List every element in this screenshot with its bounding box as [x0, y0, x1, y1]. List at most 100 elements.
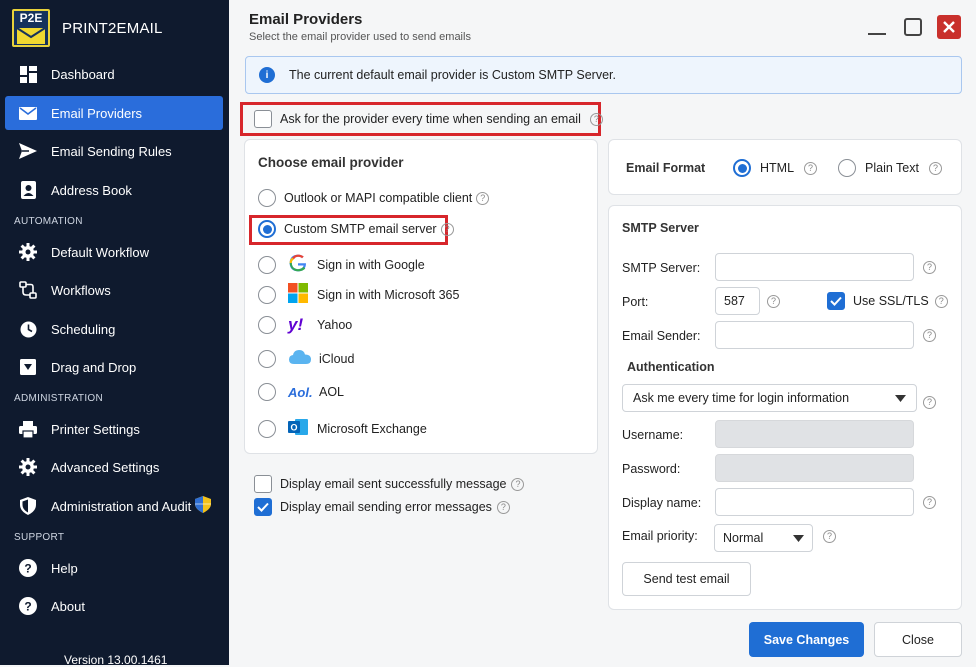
display-success-checkbox[interactable]	[254, 475, 272, 493]
provider-option-exchange[interactable]: O Microsoft Exchange	[258, 417, 427, 440]
sidebar-item-administration-and-audit[interactable]: Administration and Audit	[5, 489, 223, 523]
close-window-button[interactable]	[937, 15, 961, 39]
radio-google[interactable]	[258, 255, 276, 274]
radio-yahoo[interactable]	[258, 316, 276, 334]
help-icon[interactable]: ?	[823, 530, 836, 543]
smtp-card: SMTP Server SMTP Server: ? Port: 587 ? U…	[608, 205, 962, 610]
help-icon[interactable]: ?	[923, 496, 936, 509]
sidebar-item-advanced-settings[interactable]: Advanced Settings	[5, 450, 223, 484]
password-input[interactable]	[715, 454, 914, 482]
radio-custom-smtp[interactable]	[258, 220, 276, 238]
sidebar-item-email-providers[interactable]: Email Providers	[5, 96, 223, 130]
shield-icon	[19, 497, 37, 515]
help-icon[interactable]: ?	[804, 161, 818, 175]
provider-option-custom-smtp[interactable]: Custom SMTP email server ?	[258, 220, 454, 238]
sidebar-item-dashboard[interactable]: Dashboard	[5, 57, 223, 91]
format-html-label: HTML	[760, 161, 795, 175]
display-error-row: Display email sending error messages ?	[254, 498, 510, 516]
format-plain-label: Plain Text	[865, 161, 919, 175]
contact-icon	[19, 181, 37, 199]
drag-drop-icon	[19, 358, 37, 376]
format-plain-option[interactable]: Plain Text ?	[838, 159, 942, 177]
sidebar: P2E PRINT2EMAIL Dashboard Email Provider…	[0, 0, 229, 667]
ask-provider-checkbox[interactable]	[254, 110, 272, 128]
envelope-icon	[17, 28, 45, 44]
email-priority-label: Email priority:	[622, 529, 698, 543]
help-icon: ?	[19, 559, 37, 577]
port-label: Port:	[622, 295, 649, 309]
sidebar-item-label: Scheduling	[51, 321, 116, 337]
help-icon[interactable]: ?	[767, 295, 780, 308]
display-name-input[interactable]	[715, 488, 914, 516]
help-icon[interactable]: ?	[440, 222, 454, 236]
save-changes-button[interactable]: Save Changes	[749, 622, 864, 657]
ssl-checkbox[interactable]	[827, 292, 845, 310]
provider-label: Outlook or MAPI compatible client	[284, 191, 473, 205]
email-sender-label: Email Sender:	[622, 329, 701, 343]
username-input[interactable]	[715, 420, 914, 448]
app-name: PRINT2EMAIL	[62, 20, 163, 37]
help-icon[interactable]: ?	[476, 191, 490, 205]
auth-mode-select[interactable]: Ask me every time for login information	[622, 384, 917, 412]
minimize-button[interactable]	[866, 16, 888, 38]
info-icon: i	[259, 67, 275, 83]
provider-label: Microsoft Exchange	[317, 421, 427, 436]
display-error-label: Display email sending error messages	[280, 500, 492, 514]
email-sender-input[interactable]	[715, 321, 914, 349]
help-icon[interactable]: ?	[496, 500, 510, 514]
sidebar-item-about[interactable]: ? About	[5, 589, 223, 623]
radio-aol[interactable]	[258, 383, 276, 401]
provider-option-yahoo[interactable]: y! Yahoo	[258, 315, 352, 335]
help-icon[interactable]: ?	[934, 294, 948, 308]
send-test-email-button[interactable]: Send test email	[622, 562, 751, 596]
radio-outlook[interactable]	[258, 189, 276, 207]
radio-microsoft[interactable]	[258, 285, 276, 304]
radio-plain-text[interactable]	[838, 159, 856, 177]
sidebar-item-help[interactable]: ? Help	[5, 551, 223, 585]
help-icon[interactable]: ?	[923, 261, 936, 274]
gear-icon	[19, 458, 37, 476]
microsoft-icon	[288, 283, 308, 306]
close-button[interactable]: Close	[874, 622, 962, 657]
priority-value: Normal	[723, 531, 764, 545]
port-input[interactable]: 587	[715, 287, 760, 315]
help-icon[interactable]: ?	[923, 396, 936, 409]
smtp-server-input[interactable]	[715, 253, 914, 281]
ask-provider-label: Ask for the provider every time when sen…	[280, 112, 581, 126]
sidebar-item-email-sending-rules[interactable]: Email Sending Rules	[5, 134, 223, 168]
sidebar-item-default-workflow[interactable]: Default Workflow	[5, 235, 223, 269]
provider-option-google[interactable]: Sign in with Google	[258, 253, 425, 276]
yahoo-icon: y!	[288, 315, 304, 334]
radio-exchange[interactable]	[258, 419, 276, 438]
display-error-checkbox[interactable]	[254, 498, 272, 516]
printer-icon	[19, 420, 37, 438]
smtp-server-label: SMTP Server:	[622, 261, 701, 275]
app-logo: P2E	[12, 9, 50, 47]
provider-option-microsoft[interactable]: Sign in with Microsoft 365	[258, 283, 459, 306]
exchange-icon: O	[288, 417, 308, 440]
sidebar-item-drag-and-drop[interactable]: Drag and Drop	[5, 350, 223, 384]
uac-shield-icon	[195, 496, 212, 516]
provider-option-icloud[interactable]: iCloud	[258, 349, 354, 368]
sidebar-item-workflows[interactable]: Workflows	[5, 273, 223, 307]
help-icon[interactable]: ?	[511, 477, 525, 491]
dashboard-icon	[19, 65, 37, 83]
radio-icloud[interactable]	[258, 349, 276, 368]
help-icon[interactable]: ?	[923, 329, 936, 342]
provider-label: Sign in with Microsoft 365	[317, 287, 460, 302]
sidebar-item-address-book[interactable]: Address Book	[5, 173, 223, 207]
provider-option-outlook[interactable]: Outlook or MAPI compatible client ?	[258, 189, 490, 207]
radio-html[interactable]	[733, 159, 751, 177]
email-priority-select[interactable]: Normal	[714, 524, 813, 552]
google-icon	[288, 253, 308, 276]
sidebar-item-scheduling[interactable]: Scheduling	[5, 312, 223, 346]
svg-text:?: ?	[24, 562, 31, 576]
format-html-option[interactable]: HTML ?	[733, 159, 818, 177]
provider-option-aol[interactable]: Aol. AOL	[258, 383, 344, 401]
sidebar-item-printer-settings[interactable]: Printer Settings	[5, 412, 223, 446]
help-icon[interactable]: ?	[928, 161, 942, 175]
page-title: Email Providers	[249, 11, 363, 28]
maximize-button[interactable]	[902, 16, 924, 38]
sidebar-item-label: About	[51, 598, 85, 614]
help-icon[interactable]: ?	[589, 112, 603, 126]
